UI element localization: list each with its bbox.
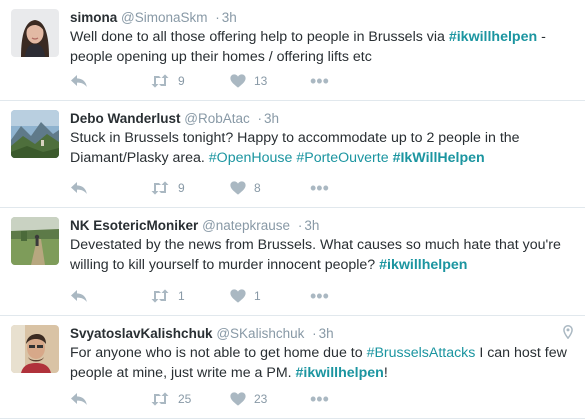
location-pin-icon[interactable] (563, 325, 573, 344)
reply-icon (70, 74, 88, 88)
reply-button[interactable] (70, 181, 150, 195)
avatar-field-image (11, 217, 59, 265)
author-name[interactable]: Debo Wanderlust (70, 111, 181, 126)
avatar-man-image (11, 325, 59, 373)
retweet-count: 9 (178, 74, 185, 88)
tweet-text: For anyone who is not able to get home d… (70, 343, 575, 383)
avatar[interactable] (11, 110, 59, 158)
tweet-actions: 25 23 ••• (70, 390, 329, 408)
more-icon: ••• (310, 71, 329, 91)
author-handle[interactable]: @natepkrause (202, 218, 290, 233)
heart-icon (230, 181, 246, 195)
retweet-button[interactable]: 25 (150, 392, 230, 406)
like-button[interactable]: 1 (230, 289, 310, 303)
author-handle[interactable]: @RobAtac (184, 111, 249, 126)
avatar[interactable] (11, 217, 59, 265)
retweet-button[interactable]: 9 (150, 181, 230, 195)
separator-dot: · (297, 218, 303, 233)
tweet-text-segment: Well done to all those offering help to … (70, 29, 449, 45)
author-handle[interactable]: @SKalishchuk (216, 326, 304, 341)
retweet-icon (150, 289, 170, 303)
tweet[interactable]: simona @SimonaSkm · 3h Well done to all t… (0, 0, 585, 101)
author-handle[interactable]: @SimonaSkm (121, 10, 207, 25)
tweet-actions: 9 13 ••• (70, 72, 329, 90)
author-name[interactable]: NK EsotericMoniker (70, 218, 198, 233)
like-button[interactable]: 13 (230, 74, 310, 88)
heart-icon (230, 74, 246, 88)
tweet-timeline: simona @SimonaSkm · 3h Well done to all t… (0, 0, 585, 419)
tweet-text: Devestated by the news from Brussels. Wh… (70, 235, 575, 275)
hashtag-link[interactable]: #BrusselsAttacks (367, 345, 476, 361)
reply-icon (70, 289, 88, 303)
retweet-button[interactable]: 1 (150, 289, 230, 303)
tweet-text: Well done to all those offering help to … (70, 27, 575, 67)
like-count: 13 (254, 74, 268, 88)
like-button[interactable]: 8 (230, 181, 310, 195)
like-button[interactable]: 23 (230, 392, 310, 406)
tweet-text-segment: Devestated by the news from Brussels. Wh… (70, 237, 561, 273)
separator-dot: · (215, 10, 220, 25)
more-icon: ••• (310, 178, 329, 198)
retweet-icon (150, 181, 170, 195)
timestamp[interactable]: 3h (304, 218, 319, 233)
retweet-icon (150, 74, 170, 88)
author-name[interactable]: SvyatoslavKalishchuk (70, 326, 213, 341)
reply-icon (70, 181, 88, 195)
separator-dot: · (257, 111, 263, 126)
retweet-icon (150, 392, 170, 406)
more-button[interactable]: ••• (310, 390, 329, 408)
more-button[interactable]: ••• (310, 179, 329, 197)
author-name[interactable]: simona (70, 10, 117, 25)
avatar[interactable] (11, 9, 59, 57)
hashtag-link[interactable]: #ikwillhelpen (296, 365, 384, 381)
more-button[interactable]: ••• (310, 287, 329, 305)
avatar-woman-image (11, 9, 59, 57)
hashtag-link[interactable]: #ikwillhelpen (379, 257, 467, 273)
reply-button[interactable] (70, 392, 150, 406)
timestamp[interactable]: 3h (319, 326, 334, 341)
heart-icon (230, 289, 246, 303)
reply-button[interactable] (70, 74, 150, 88)
avatar-mountains-image (11, 110, 59, 158)
retweet-count: 9 (178, 181, 185, 195)
tweet[interactable]: NK EsotericMoniker @natepkrause · 3h Deve… (0, 208, 585, 316)
avatar[interactable] (11, 325, 59, 373)
hashtag-link[interactable]: #PorteOuverte (296, 150, 388, 166)
more-icon: ••• (310, 389, 329, 409)
reply-button[interactable] (70, 289, 150, 303)
more-icon: ••• (310, 286, 329, 306)
like-count: 8 (254, 181, 261, 195)
reply-icon (70, 392, 88, 406)
hashtag-link[interactable]: #ikwillhelpen (449, 29, 537, 45)
tweet-text-segment: ! (383, 365, 388, 381)
tweet-text: Stuck in Brussels tonight? Happy to acco… (70, 128, 575, 168)
timestamp[interactable]: 3h (264, 111, 279, 126)
hashtag-link[interactable]: #OpenHouse (209, 150, 293, 166)
retweet-count: 1 (178, 289, 185, 303)
tweet[interactable]: SvyatoslavKalishchuk @SKalishchuk · 3h Fo… (0, 316, 585, 419)
heart-icon (230, 392, 246, 406)
more-button[interactable]: ••• (310, 72, 329, 90)
like-count: 23 (254, 392, 268, 406)
timestamp[interactable]: 3h (222, 10, 237, 25)
hashtag-link[interactable]: #IkWillHelpen (393, 150, 485, 166)
separator-dot: · (312, 326, 317, 341)
tweet[interactable]: Debo Wanderlust @RobAtac · 3h Stuck in Br… (0, 101, 585, 208)
retweet-button[interactable]: 9 (150, 74, 230, 88)
tweet-actions: 9 8 ••• (70, 179, 329, 197)
retweet-count: 25 (178, 392, 192, 406)
tweet-text-segment: For anyone who is not able to get home d… (70, 345, 367, 361)
like-count: 1 (254, 289, 261, 303)
tweet-actions: 1 1 ••• (70, 287, 329, 305)
